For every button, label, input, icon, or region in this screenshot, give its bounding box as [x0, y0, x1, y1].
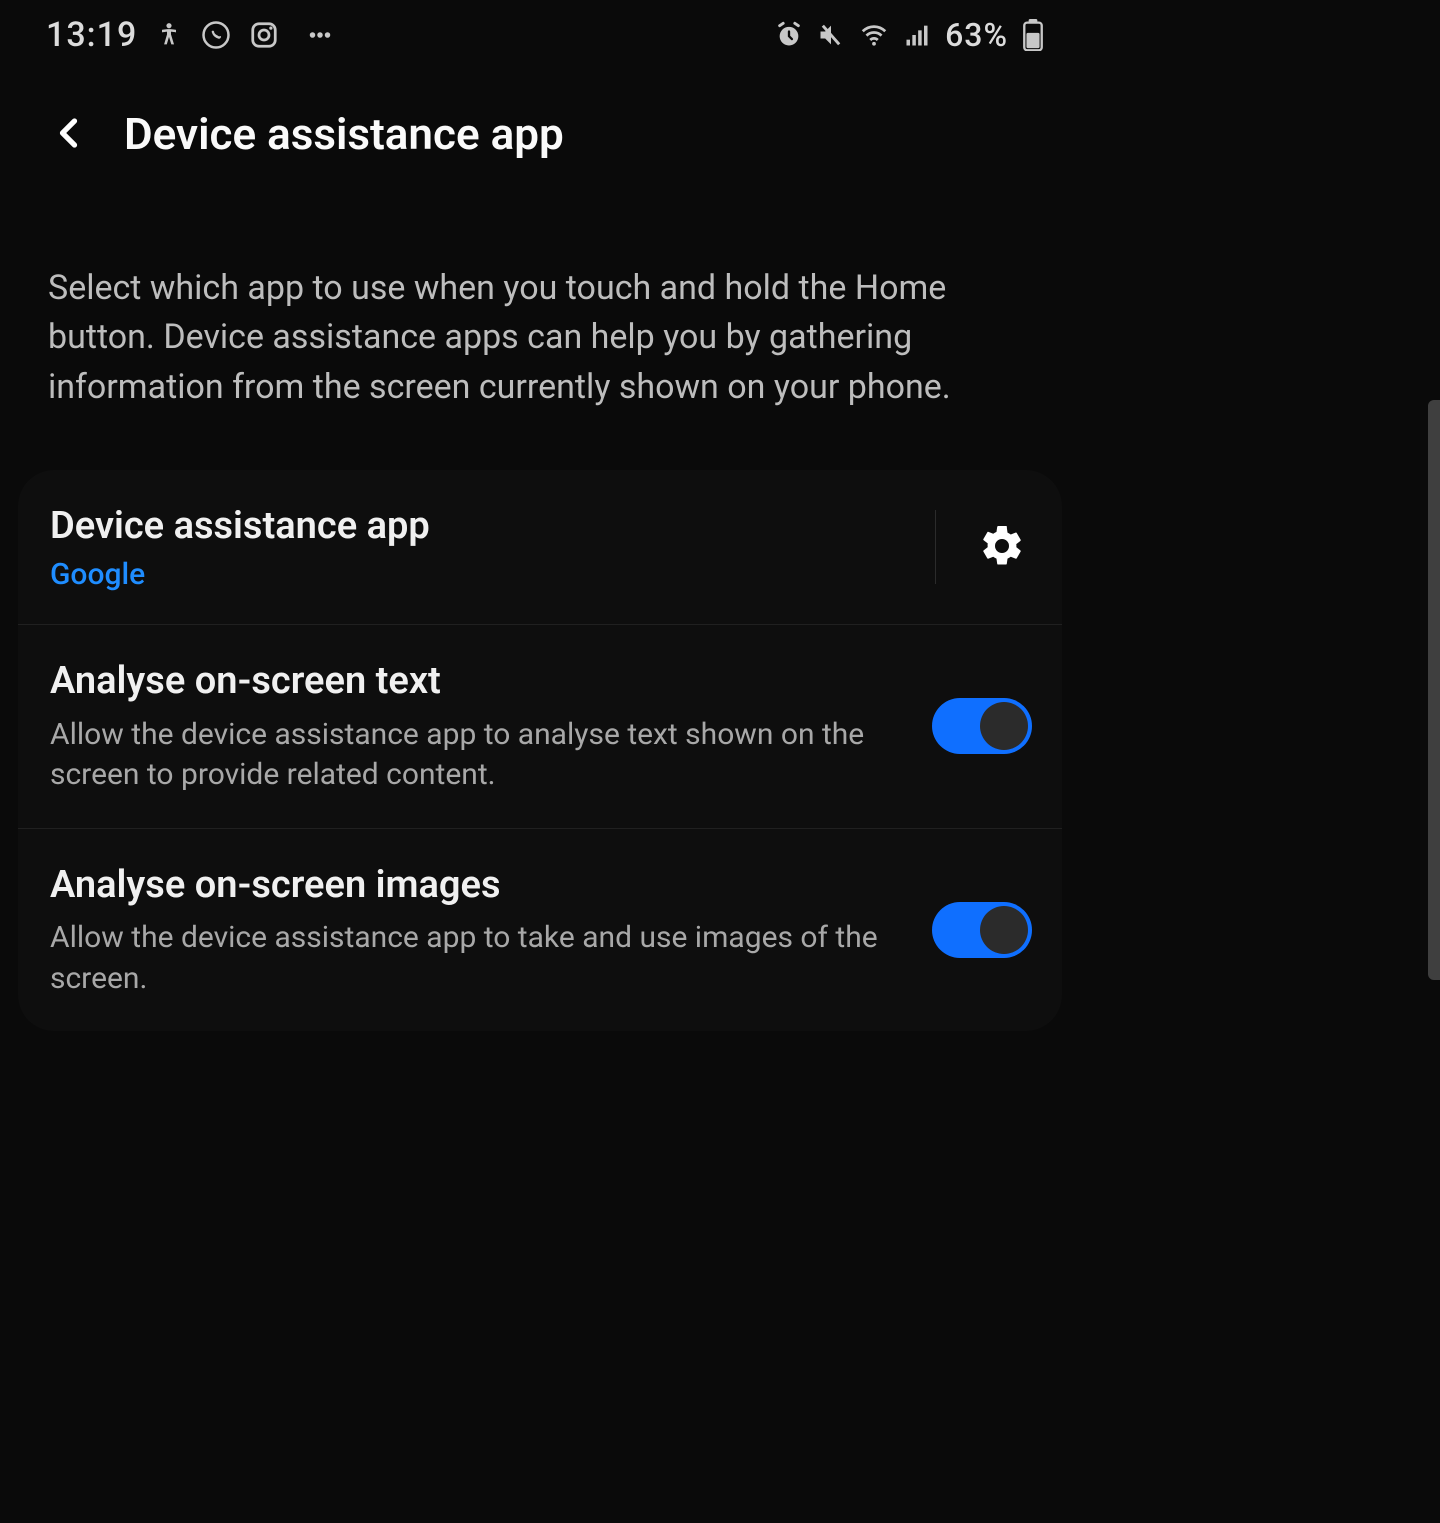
device-app-title: Device assistance app — [50, 502, 915, 551]
whatsapp-icon — [201, 20, 231, 50]
analyse-images-title: Analyse on-screen images — [50, 861, 912, 910]
device-app-settings-button[interactable] — [972, 516, 1032, 579]
analyse-text-toggle[interactable] — [932, 698, 1032, 754]
instagram-icon — [249, 20, 279, 50]
status-right: 63% — [775, 16, 1044, 54]
vertical-divider — [935, 510, 936, 584]
scrollbar-indicator[interactable] — [1428, 400, 1440, 980]
analyse-images-desc: Allow the device assistance app to take … — [50, 918, 912, 999]
analyse-text-desc: Allow the device assistance app to analy… — [50, 715, 912, 796]
gear-icon — [978, 522, 1026, 573]
accessibility-icon — [155, 21, 183, 49]
alarm-icon — [775, 21, 803, 49]
analyse-text-title: Analyse on-screen text — [50, 657, 912, 706]
row-right — [932, 698, 1032, 754]
page-title: Device assistance app — [124, 108, 564, 160]
analyse-text-row[interactable]: Analyse on-screen text Allow the device … — [18, 625, 1062, 828]
analyse-images-row[interactable]: Analyse on-screen images Allow the devic… — [18, 829, 1062, 1031]
device-app-value: Google — [50, 557, 915, 592]
signal-icon — [903, 21, 931, 49]
status-left: 13:19 — [46, 15, 335, 55]
page-description: Select which app to use when you touch a… — [0, 174, 1080, 452]
toggle-knob — [980, 906, 1028, 954]
status-time: 13:19 — [46, 15, 137, 55]
battery-icon — [1022, 19, 1044, 51]
row-content: Analyse on-screen text Allow the device … — [50, 657, 912, 795]
more-icon — [305, 20, 335, 50]
settings-card: Device assistance app Google Analyse on-… — [18, 470, 1062, 1031]
toggle-knob — [980, 702, 1028, 750]
row-content: Analyse on-screen images Allow the devic… — [50, 861, 912, 999]
wifi-icon — [859, 20, 889, 50]
page-header: Device assistance app — [0, 70, 1080, 174]
chevron-left-icon — [52, 115, 88, 154]
mute-icon — [817, 21, 845, 49]
battery-percent: 63% — [945, 16, 1008, 54]
row-content: Device assistance app Google — [50, 502, 915, 592]
device-assistance-app-row[interactable]: Device assistance app Google — [18, 470, 1062, 625]
status-bar: 13:19 63% — [0, 0, 1080, 70]
back-button[interactable] — [46, 109, 94, 160]
analyse-images-toggle[interactable] — [932, 902, 1032, 958]
row-right — [935, 510, 1032, 584]
row-right — [932, 902, 1032, 958]
